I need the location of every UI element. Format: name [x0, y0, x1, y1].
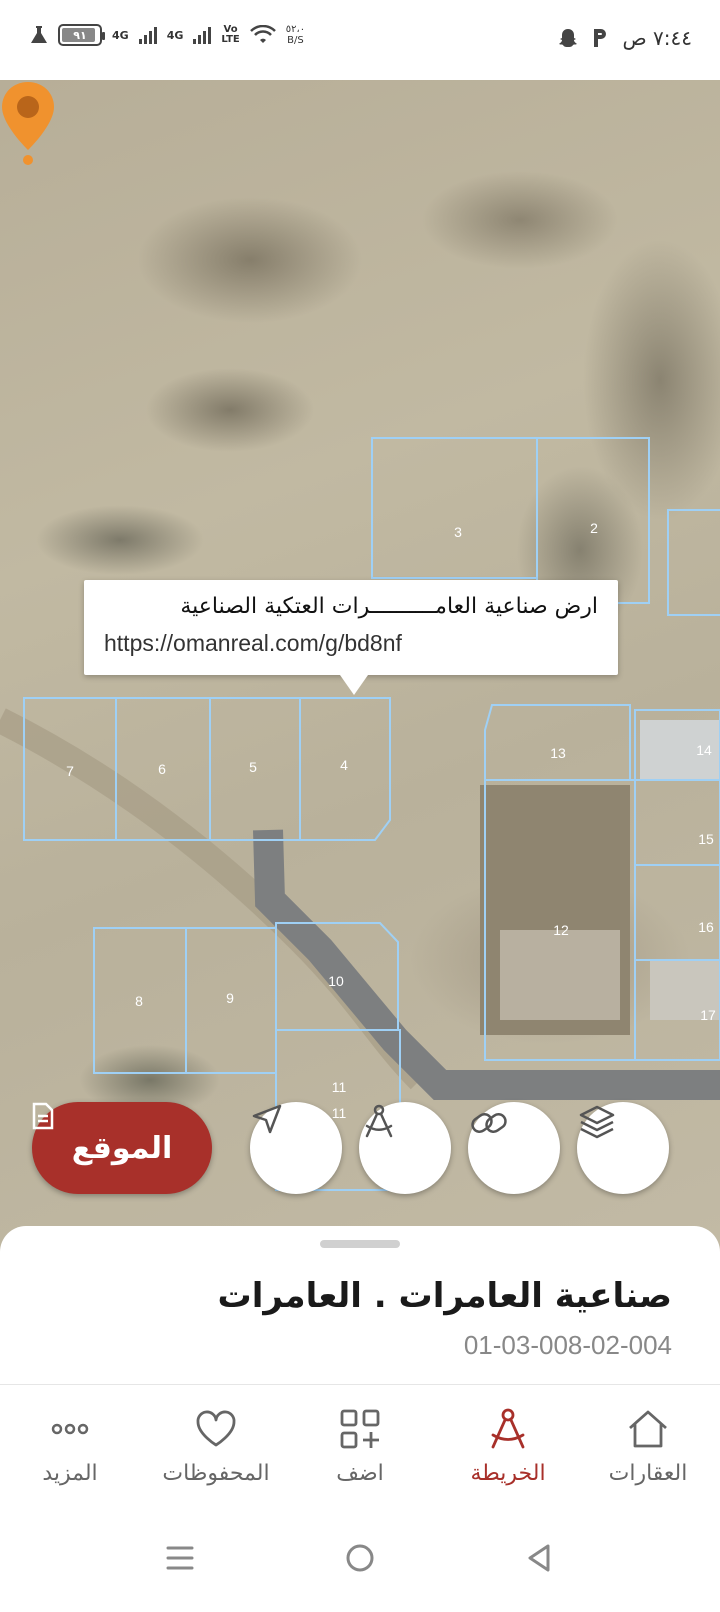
lab-flask-icon: [31, 26, 47, 43]
layers-button[interactable]: [577, 1102, 669, 1194]
network-type-1: 4G: [112, 28, 129, 42]
plot-label: 2: [590, 520, 598, 536]
volte-indicator: Vo LTE: [221, 24, 240, 46]
network-speed: ٥٢،٠ B/S: [286, 24, 305, 46]
plot-label: 10: [328, 973, 344, 989]
plot-label: 13: [550, 745, 566, 761]
location-button[interactable]: الموقع: [32, 1102, 212, 1194]
more-dots-icon: [51, 1423, 89, 1435]
navigate-button[interactable]: [250, 1102, 342, 1194]
nav-item-add[interactable]: اضف: [290, 1407, 430, 1486]
popup-title: ارض صناعية العامــــــــــرات العتكية ال…: [180, 594, 598, 619]
status-left-group: ٩١ 4G 4G Vo LTE ٥٢،٠ B/S: [30, 24, 305, 46]
recent-apps-icon[interactable]: [160, 1538, 200, 1578]
document-icon: [32, 1102, 54, 1130]
nav-label: المزيد: [42, 1461, 98, 1486]
snapchat-ghost-icon: [559, 29, 578, 47]
nav-item-map[interactable]: الخريطة: [438, 1407, 578, 1486]
heart-icon: [196, 1410, 236, 1447]
navigation-arrow-icon: [252, 1104, 282, 1134]
system-navigation-bar: [0, 1500, 720, 1612]
plot-label: 15: [698, 831, 714, 847]
property-bottom-sheet[interactable]: صناعية العامرات . العامرات 01-03-008-02-…: [0, 1226, 720, 1384]
link-icon: [471, 1113, 507, 1133]
plot-label: 6: [158, 761, 166, 777]
nav-item-properties[interactable]: العقارات: [578, 1407, 718, 1486]
plot-label: 11: [332, 1105, 347, 1121]
location-button-label: الموقع: [71, 1130, 173, 1166]
plot-label: 11: [332, 1079, 347, 1095]
status-bar: ٩١ 4G 4G Vo LTE ٥٢،٠ B/S ٧:٤٤ ص: [0, 0, 720, 80]
plot-label: 7: [66, 763, 74, 779]
speed-value: ٥٢،٠: [285, 24, 306, 35]
nav-label: الخريطة: [470, 1461, 546, 1486]
home-icon: [629, 1410, 667, 1448]
bottom-navigation: العقارات الخريطة اضف المحفوظات المزيد: [0, 1385, 720, 1500]
network-type-2: 4G: [166, 28, 184, 42]
layers-icon: [579, 1105, 615, 1139]
property-title: صناعية العامرات . العامرات: [217, 1276, 672, 1316]
plot-label: 8: [135, 993, 143, 1009]
nav-item-more[interactable]: المزيد: [0, 1407, 140, 1486]
map-compass-icon: [491, 1408, 525, 1449]
p-app-icon: [594, 29, 607, 47]
plot-label: 12: [553, 922, 569, 938]
map-view[interactable]: 2 3 4 5 6 7 8 9 10 11 11 12 13 14 15 16 …: [0, 80, 720, 1260]
plot-label: 4: [340, 757, 348, 773]
map-pin-icon[interactable]: [0, 80, 56, 166]
add-grid-icon: [340, 1409, 380, 1449]
share-link-button[interactable]: [468, 1102, 560, 1194]
status-right-group: ٧:٤٤ ص: [558, 26, 692, 50]
nav-item-saved[interactable]: المحفوظات: [146, 1407, 286, 1486]
plot-label: 5: [249, 759, 257, 775]
battery-indicator: ٩١: [58, 24, 105, 46]
popup-url[interactable]: https://omanreal.com/g/bd8nf: [104, 624, 598, 662]
nav-label: المحفوظات: [162, 1461, 270, 1486]
measure-button[interactable]: [359, 1102, 451, 1194]
map-info-popup[interactable]: ارض صناعية العامــــــــــرات العتكية ال…: [84, 580, 618, 695]
home-circle-icon[interactable]: [340, 1538, 380, 1578]
property-code: 01-03-008-02-004: [463, 1330, 672, 1360]
speed-unit: B/S: [287, 35, 304, 46]
clock: ٧:٤٤ ص: [622, 26, 692, 50]
plot-label: 3: [454, 524, 462, 540]
volte-bottom: LTE: [221, 34, 240, 45]
signal-icon: [193, 26, 212, 44]
nav-label: اضف: [336, 1461, 384, 1486]
back-triangle-icon[interactable]: [520, 1538, 560, 1578]
building-roof: [500, 930, 620, 1020]
signal-icon: [138, 26, 157, 44]
wifi-icon: [249, 25, 276, 43]
compass-tool-icon: [365, 1104, 393, 1138]
plot-label: 14: [696, 742, 712, 758]
plot-label: 16: [698, 919, 714, 935]
battery-level-text: ٩١: [73, 28, 87, 42]
nav-label: العقارات: [608, 1461, 688, 1486]
sheet-drag-handle[interactable]: [320, 1240, 400, 1248]
plot-label: 9: [226, 990, 234, 1006]
plot-label: 17: [700, 1007, 716, 1023]
